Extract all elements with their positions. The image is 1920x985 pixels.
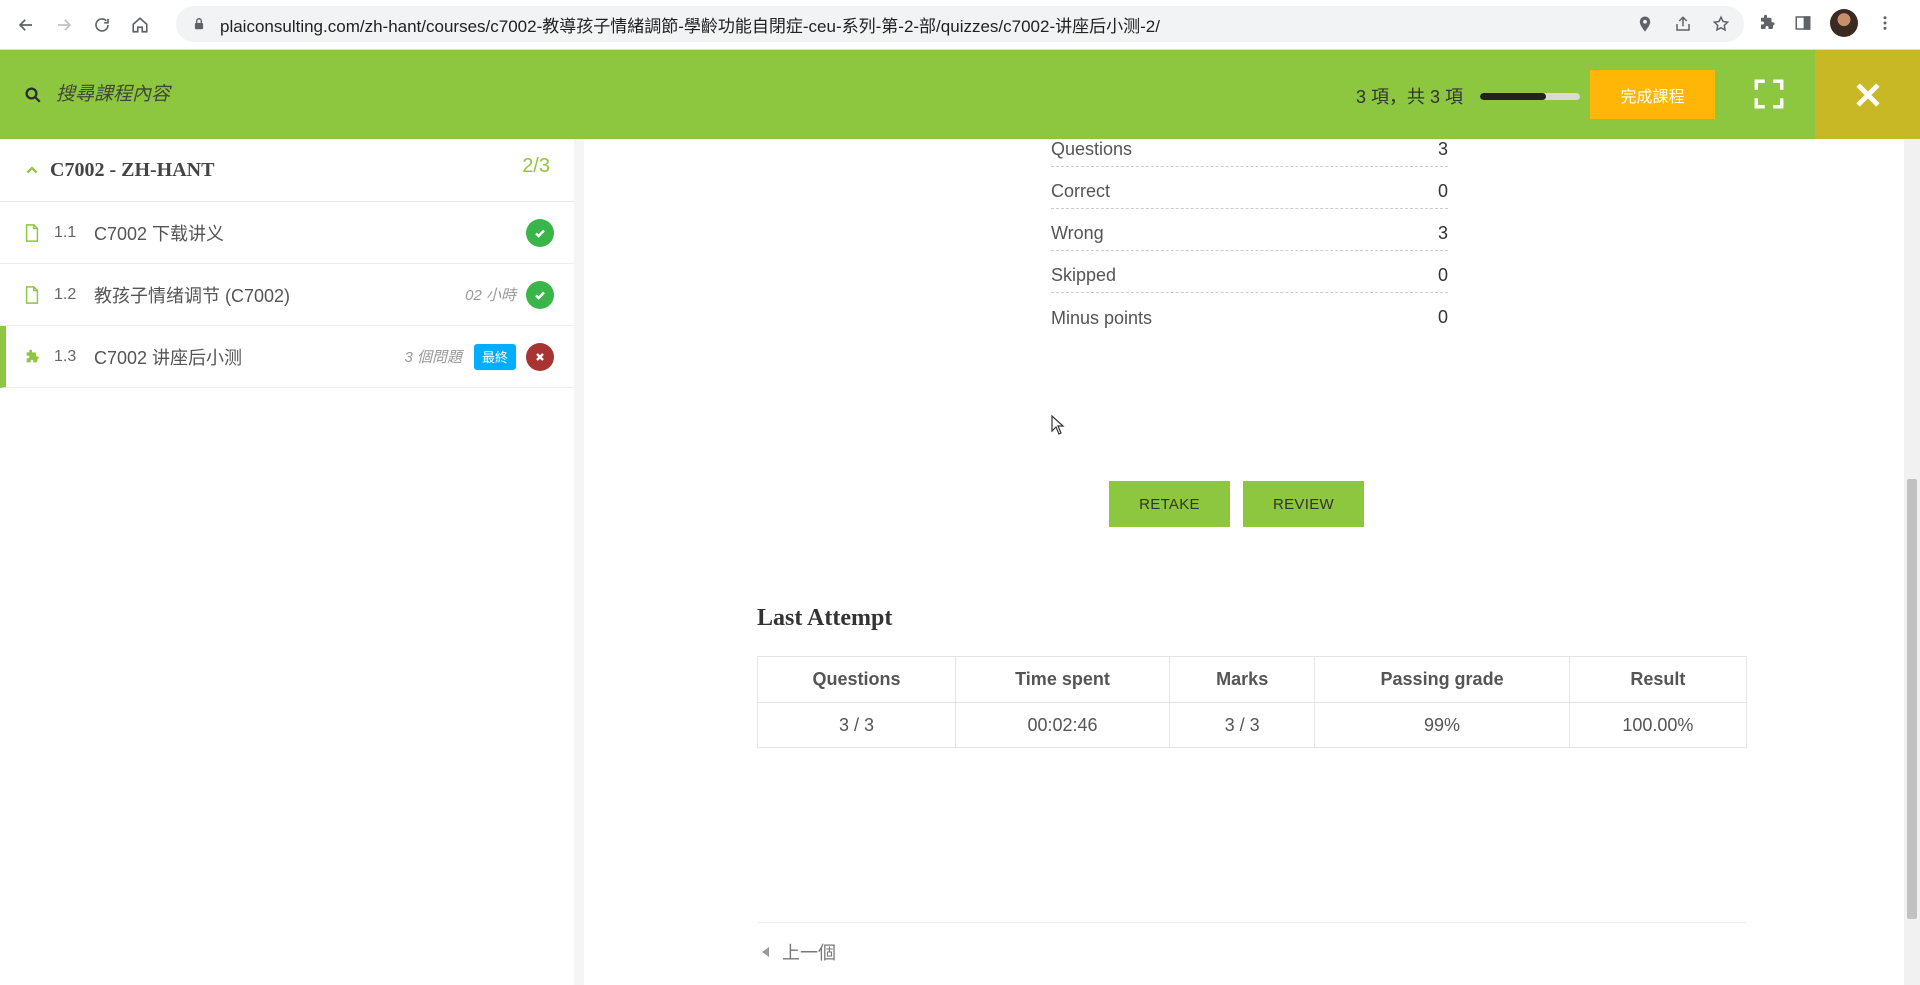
result-summary: Questions 3 Correct 0 Wrong 3 Skipped 0 … bbox=[1051, 139, 1448, 335]
result-label: Minus points bbox=[1051, 308, 1153, 328]
finish-course-button[interactable]: 完成課程 bbox=[1590, 70, 1715, 119]
section-count: 2/3 bbox=[522, 155, 550, 177]
completed-icon bbox=[526, 280, 554, 309]
progress-bar bbox=[1480, 93, 1580, 100]
result-label: Correct bbox=[1051, 181, 1111, 201]
scrollbar-thumb[interactable] bbox=[1907, 479, 1917, 919]
table-row: 3 / 3 00:02:46 3 / 3 99% 100.00% bbox=[756, 702, 1748, 748]
course-search bbox=[24, 50, 356, 139]
result-value: 0 bbox=[1437, 181, 1448, 201]
progress-text: 3 項，共 3 項 bbox=[1356, 87, 1464, 107]
progress-bar-fill bbox=[1480, 93, 1546, 100]
back-icon[interactable] bbox=[10, 9, 42, 41]
forward-icon[interactable] bbox=[48, 9, 80, 41]
result-value: 3 bbox=[1437, 139, 1448, 159]
result-row-wrong: Wrong 3 bbox=[1051, 209, 1448, 251]
footer-divider bbox=[757, 922, 1747, 923]
close-icon bbox=[1855, 82, 1880, 107]
document-icon bbox=[25, 223, 39, 242]
course-topbar: 3 項，共 3 項 完成課程 bbox=[0, 50, 1920, 139]
lesson-item-1-3[interactable]: 1.3 C7002 讲座后小测 3 個問題 最終 bbox=[0, 326, 574, 388]
profile-avatar[interactable] bbox=[1830, 9, 1858, 37]
close-course-button[interactable] bbox=[1815, 50, 1920, 139]
result-label: Skipped bbox=[1051, 265, 1117, 285]
result-row-questions: Questions 3 bbox=[1051, 139, 1448, 167]
lesson-number: 1.3 bbox=[54, 347, 77, 365]
previous-label: 上一個 bbox=[782, 943, 836, 963]
review-button[interactable]: REVIEW bbox=[1243, 481, 1364, 527]
table-cell: 100.00% bbox=[1568, 702, 1748, 748]
result-value: 0 bbox=[1437, 265, 1448, 285]
side-panel-icon[interactable] bbox=[1794, 14, 1812, 32]
browser-toolbar: plaiconsulting.com/zh-hant/courses/c7002… bbox=[0, 0, 1920, 50]
table-cell: 99% bbox=[1314, 702, 1570, 748]
section-title: C7002 - ZH-HANT bbox=[50, 158, 215, 181]
previous-link[interactable]: 上一個 bbox=[762, 939, 836, 965]
table-header-row: Questions Time spent Marks Passing grade… bbox=[756, 656, 1748, 703]
lesson-title: C7002 讲座后小测 bbox=[94, 347, 243, 368]
column-header: Passing grade bbox=[1314, 656, 1570, 703]
menu-kebab-icon[interactable] bbox=[1876, 14, 1894, 32]
lesson-title: C7002 下载讲义 bbox=[94, 223, 225, 244]
search-input[interactable] bbox=[56, 83, 356, 106]
result-row-correct: Correct 0 bbox=[1051, 167, 1448, 209]
course-sidebar: C7002 - ZH-HANT 2/3 1.1 C7002 下载讲义 1.2 教… bbox=[0, 139, 584, 985]
table-cell: 3 / 3 bbox=[756, 702, 957, 748]
location-icon[interactable] bbox=[1636, 15, 1654, 33]
lock-icon bbox=[194, 18, 204, 30]
lesson-item-1-1[interactable]: 1.1 C7002 下载讲义 bbox=[0, 202, 574, 264]
column-header: Marks bbox=[1168, 656, 1316, 703]
result-value: 0 bbox=[1437, 307, 1448, 327]
last-attempt-table: Questions Time spent Marks Passing grade… bbox=[756, 656, 1748, 748]
column-header: Result bbox=[1568, 656, 1748, 703]
section-header[interactable]: C7002 - ZH-HANT 2/3 bbox=[0, 139, 574, 202]
last-attempt-title: Last Attempt bbox=[757, 605, 893, 631]
result-label: Questions bbox=[1051, 139, 1133, 159]
document-icon bbox=[25, 285, 39, 304]
result-row-skipped: Skipped 0 bbox=[1051, 251, 1448, 293]
result-value: 3 bbox=[1437, 223, 1448, 243]
search-icon bbox=[25, 87, 41, 103]
address-bar[interactable]: plaiconsulting.com/zh-hant/courses/c7002… bbox=[176, 6, 1744, 42]
failed-icon bbox=[526, 342, 554, 371]
puzzle-icon bbox=[26, 349, 39, 362]
reload-icon[interactable] bbox=[86, 9, 118, 41]
lesson-duration: 02 小時 bbox=[465, 287, 516, 304]
star-icon[interactable] bbox=[1712, 15, 1730, 33]
lesson-title: 教孩子情绪调节 (C7002) bbox=[94, 285, 291, 306]
fullscreen-icon[interactable] bbox=[1752, 77, 1786, 111]
table-cell: 3 / 3 bbox=[1168, 702, 1316, 748]
lesson-number: 1.1 bbox=[54, 223, 77, 241]
lesson-question-count: 3 個問題 bbox=[404, 349, 462, 366]
chevron-up-icon bbox=[26, 166, 38, 174]
column-header: Time spent bbox=[955, 656, 1170, 703]
table-cell: 00:02:46 bbox=[955, 702, 1170, 748]
result-label: Wrong bbox=[1051, 223, 1104, 243]
completed-icon bbox=[526, 218, 554, 247]
lesson-item-1-2[interactable]: 1.2 教孩子情绪调节 (C7002) 02 小時 bbox=[0, 264, 574, 326]
result-row-minus-points: Minus points 0 bbox=[1051, 293, 1448, 335]
content-scrollbar[interactable] bbox=[1904, 139, 1920, 985]
home-icon[interactable] bbox=[124, 9, 156, 41]
quiz-result-content: Questions 3 Correct 0 Wrong 3 Skipped 0 … bbox=[594, 139, 1904, 985]
column-header: Questions bbox=[756, 656, 957, 703]
extensions-icon[interactable] bbox=[1758, 14, 1776, 32]
caret-left-icon bbox=[762, 947, 769, 957]
final-badge: 最終 bbox=[474, 343, 516, 370]
mouse-pointer-icon bbox=[1051, 415, 1065, 435]
url-text: plaiconsulting.com/zh-hant/courses/c7002… bbox=[220, 16, 1160, 36]
share-icon[interactable] bbox=[1674, 15, 1692, 33]
retake-button[interactable]: RETAKE bbox=[1109, 481, 1230, 527]
quiz-actions: RETAKE REVIEW bbox=[1109, 481, 1364, 527]
lesson-number: 1.2 bbox=[54, 285, 77, 303]
